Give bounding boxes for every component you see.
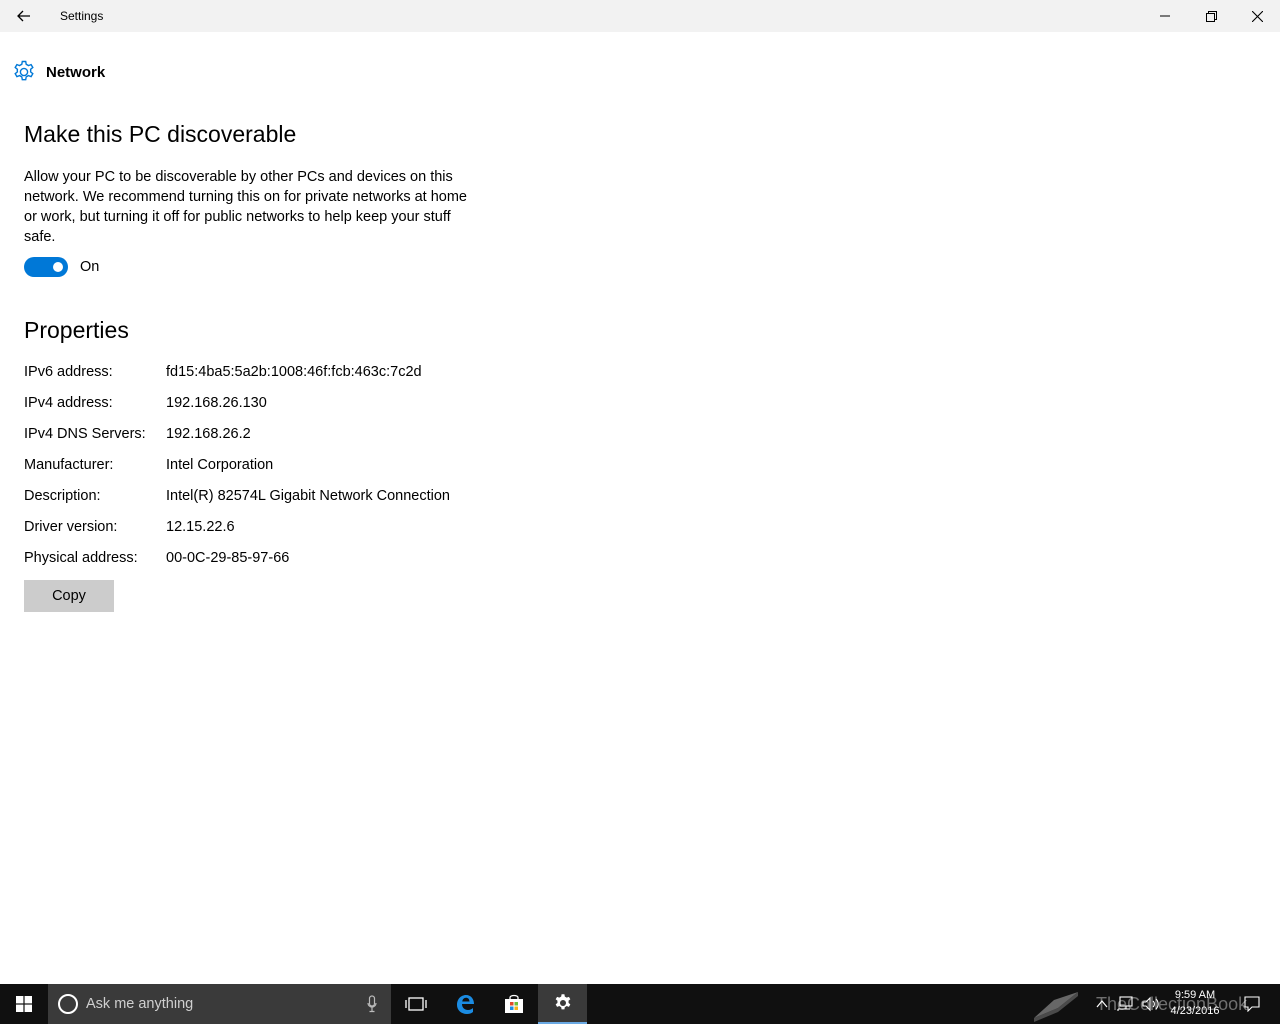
restore-icon xyxy=(1205,10,1217,22)
cortana-icon xyxy=(58,994,78,1014)
property-value: 192.168.26.2 xyxy=(166,426,251,442)
minimize-icon xyxy=(1160,15,1170,17)
task-view-button[interactable] xyxy=(391,984,440,1024)
property-value: fd15:4ba5:5a2b:1008:46f:fcb:463c:7c2d xyxy=(166,364,422,380)
toggle-knob xyxy=(53,262,63,272)
restore-button[interactable] xyxy=(1188,0,1234,32)
properties-heading: Properties xyxy=(24,317,129,343)
property-value: 00-0C-29-85-97-66 xyxy=(166,550,290,566)
title-bar: Settings xyxy=(0,0,1280,32)
property-key: IPv4 DNS Servers: xyxy=(24,426,146,442)
book-logo-icon xyxy=(1034,992,1078,1022)
property-row-ipv6: IPv6 address: fd15:4ba5:5a2b:1008:46f:fc… xyxy=(24,364,450,395)
property-value: 12.15.22.6 xyxy=(166,519,235,535)
property-row-description: Description: Intel(R) 82574L Gigabit Net… xyxy=(24,488,450,519)
windows-logo-icon xyxy=(16,996,32,1012)
property-row-driver: Driver version: 12.15.22.6 xyxy=(24,519,450,550)
property-value: Intel(R) 82574L Gigabit Network Connecti… xyxy=(166,488,450,504)
chevron-up-icon[interactable] xyxy=(1096,999,1108,1009)
system-tray xyxy=(1096,984,1162,1024)
toggle-state-label: On xyxy=(80,259,100,275)
property-row-ipv4: IPv4 address: 192.168.26.130 xyxy=(24,395,450,426)
page-title: Network xyxy=(46,63,106,81)
page-header: Network xyxy=(12,60,105,84)
property-key: Manufacturer: xyxy=(24,457,114,473)
back-button[interactable] xyxy=(0,0,48,32)
property-key: Physical address: xyxy=(24,550,138,566)
properties-list: IPv6 address: fd15:4ba5:5a2b:1008:46f:fc… xyxy=(24,364,450,581)
minimize-button[interactable] xyxy=(1142,0,1188,32)
property-key: IPv6 address: xyxy=(24,364,113,380)
settings-taskbar-button[interactable] xyxy=(538,984,587,1024)
back-arrow-icon xyxy=(17,10,30,22)
close-icon xyxy=(1251,10,1263,22)
property-row-dns: IPv4 DNS Servers: 192.168.26.2 xyxy=(24,426,450,457)
action-center-button[interactable] xyxy=(1240,984,1264,1024)
property-value: 192.168.26.130 xyxy=(166,395,267,411)
gear-icon xyxy=(555,994,570,1010)
window-controls xyxy=(1142,0,1280,32)
gear-icon xyxy=(14,60,34,81)
cortana-search-box[interactable]: Ask me anything xyxy=(48,984,391,1024)
volume-icon[interactable] xyxy=(1142,996,1162,1012)
task-view-icon xyxy=(404,997,427,1011)
discoverable-toggle-row: On xyxy=(24,257,99,277)
discoverable-toggle[interactable] xyxy=(24,257,68,277)
start-button[interactable] xyxy=(0,984,48,1024)
copy-button[interactable]: Copy xyxy=(24,580,114,612)
search-placeholder: Ask me anything xyxy=(86,996,194,1012)
clock[interactable]: 9:59 AM 4/23/2016 xyxy=(1160,987,1230,1019)
property-key: Description: xyxy=(24,488,101,504)
edge-button[interactable] xyxy=(440,984,489,1024)
property-key: Driver version: xyxy=(24,519,118,535)
network-icon[interactable] xyxy=(1116,996,1134,1012)
property-key: IPv4 address: xyxy=(24,395,113,411)
window-title: Settings xyxy=(60,9,104,23)
taskbar: Ask me anything TheCollectionBook 9:59 A… xyxy=(0,984,1280,1024)
property-value: Intel Corporation xyxy=(166,457,274,473)
clock-time: 9:59 AM xyxy=(1174,989,1216,1001)
notification-icon xyxy=(1244,996,1260,1012)
property-row-physical: Physical address: 00-0C-29-85-97-66 xyxy=(24,550,450,581)
store-bag-icon xyxy=(504,994,523,1013)
discoverable-description: Allow your PC to be discoverable by othe… xyxy=(24,169,467,245)
discoverable-heading: Make this PC discoverable xyxy=(24,121,297,147)
property-row-manufacturer: Manufacturer: Intel Corporation xyxy=(24,457,450,488)
close-button[interactable] xyxy=(1234,0,1280,32)
edge-browser-icon xyxy=(456,995,474,1014)
microphone-icon[interactable] xyxy=(367,995,377,1013)
store-button[interactable] xyxy=(489,984,538,1024)
clock-date: 4/23/2016 xyxy=(1170,1005,1220,1017)
